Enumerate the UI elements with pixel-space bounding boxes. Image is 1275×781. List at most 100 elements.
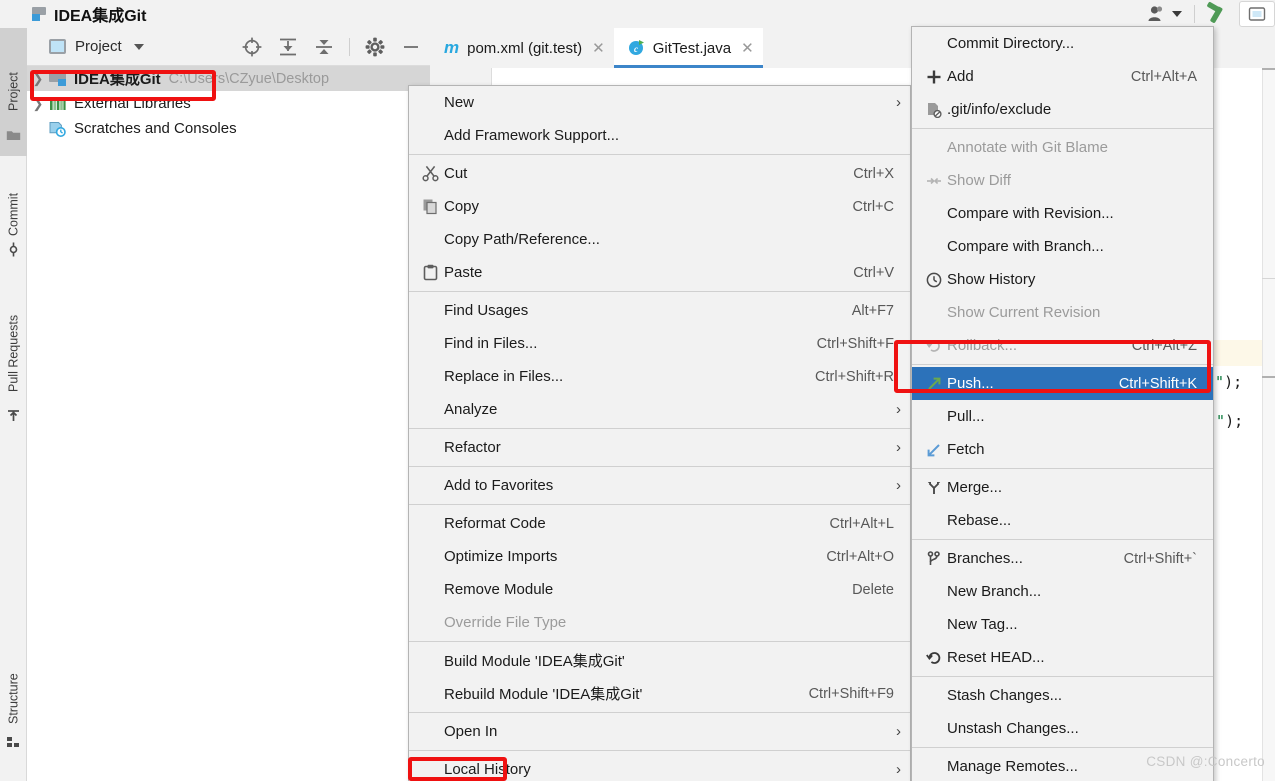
menu-item-label: Local History [444,761,531,778]
menu-item-unstash-changes[interactable]: Unstash Changes... [912,712,1213,745]
menu-item-pull[interactable]: Pull... [912,400,1213,433]
menu-item-fetch[interactable]: Fetch [912,433,1213,466]
menu-item-add-framework-support[interactable]: Add Framework Support... [409,119,910,152]
menu-item-remove-module[interactable]: Remove Module Delete [409,573,910,606]
menu-item-reformat-code[interactable]: Reformat Code Ctrl+Alt+L [409,507,910,540]
restore-window-button[interactable] [1239,1,1275,27]
menu-item-shortcut: Ctrl+Shift+` [1123,550,1197,567]
menu-item-paste[interactable]: Paste Ctrl+V [409,256,910,289]
menu-item-label: Annotate with Git Blame [947,139,1108,156]
minimize-icon[interactable] [400,36,422,58]
expand-all-icon[interactable] [277,36,299,58]
menu-item-label: Find Usages [444,302,529,319]
menu-separator [409,504,910,505]
menu-item-label: Unstash Changes... [947,720,1079,737]
menu-item-replace-in-files[interactable]: Replace in Files... Ctrl+Shift+R [409,360,910,393]
tree-node-scratches[interactable]: Scratches and Consoles [27,116,430,141]
user-account-button[interactable] [1147,5,1182,23]
chevron-down-icon [1172,11,1182,17]
editor-scroll-markers[interactable] [1262,68,1275,781]
menu-item-compare-with-branch[interactable]: Compare with Branch... [912,230,1213,263]
gear-icon[interactable] [364,36,386,58]
menu-item-label: Pull... [947,408,985,425]
toolbar-divider [349,37,350,56]
menu-item-rebase[interactable]: Rebase... [912,504,1213,537]
menu-item-refactor[interactable]: Refactor › [409,431,910,464]
menu-separator [912,539,1213,540]
restore-window-icon [1248,7,1266,21]
tab-pom-xml[interactable]: m pom.xml (git.test) ✕ [430,28,614,68]
menu-item-label: Reformat Code [444,515,546,532]
menu-item-label: New Branch... [947,583,1042,600]
menu-item-copy[interactable]: Copy Ctrl+C [409,190,910,223]
menu-item-new-branch[interactable]: New Branch... [912,575,1213,608]
menu-item-label: Build Module 'IDEA集成Git' [444,653,625,670]
menu-item-new[interactable]: New › [409,86,910,119]
git-submenu: Commit Directory... Add Ctrl+Alt+A .git/… [911,26,1214,781]
locate-target-icon[interactable] [241,36,263,58]
menu-item-rollback: Rollback... Ctrl+Alt+Z [912,329,1213,362]
collapse-all-icon[interactable] [313,36,335,58]
chevron-right-icon[interactable]: ❯ [27,96,49,112]
menu-item-build-module[interactable]: Build Module 'IDEA集成Git' [409,644,910,677]
chevron-down-icon[interactable] [133,43,144,50]
sidebar-item-label: Commit [6,192,21,236]
menu-item-open-in[interactable]: Open In › [409,715,910,748]
project-tree: ❯ IDEA集成Git C:\Users\CZyue\Desktop ❯ Ext… [27,66,430,141]
sidebar-item-pull-requests[interactable]: Pull Requests [0,278,27,428]
menu-item-rebuild-module[interactable]: Rebuild Module 'IDEA集成Git' Ctrl+Shift+F9 [409,677,910,710]
menu-item-label: Cut [444,165,468,182]
close-icon[interactable]: ✕ [741,39,754,57]
clock-icon [920,272,947,288]
paste-icon [417,264,444,281]
tree-node-project-root[interactable]: ❯ IDEA集成Git C:\Users\CZyue\Desktop [27,66,430,91]
ide-window: IDEA集成Git Project Commit Pull Requests S… [0,0,1275,781]
menu-item-optimize-imports[interactable]: Optimize Imports Ctrl+Alt+O [409,540,910,573]
menu-item-label: Analyze [444,401,498,418]
menu-item-find-in-files[interactable]: Find in Files... Ctrl+Shift+F [409,327,910,360]
menu-separator [912,468,1213,469]
menu-item-compare-with-revision[interactable]: Compare with Revision... [912,197,1213,230]
tree-node-label: Scratches and Consoles [74,120,237,137]
java-class-icon: c [628,39,645,57]
menu-item-branches[interactable]: Branches... Ctrl+Shift+` [912,542,1213,575]
menu-item-label: Rollback... [947,337,1018,354]
commit-icon [9,242,18,257]
tree-node-external-libraries[interactable]: ❯ External Libraries [27,91,430,116]
menu-item-find-usages[interactable]: Find Usages Alt+F7 [409,294,910,327]
menu-item-override-file-type: Override File Type [409,606,910,639]
menu-separator [912,676,1213,677]
menu-item-reset-head[interactable]: Reset HEAD... [912,641,1213,674]
menu-item-label: Fetch [947,441,985,458]
sidebar-item-label: Pull Requests [6,314,21,392]
menu-item-cut[interactable]: Cut Ctrl+X [409,157,910,190]
chevron-right-icon: › [896,723,901,740]
diff-icon [920,173,947,189]
menu-item-analyze[interactable]: Analyze › [409,393,910,426]
menu-item-show-history[interactable]: Show History [912,263,1213,296]
menu-item-label: Commit Directory... [947,35,1075,52]
menu-item-merge[interactable]: Merge... [912,471,1213,504]
menu-item-label: Show History [947,271,1036,288]
chevron-right-icon[interactable]: ❯ [27,71,49,87]
menu-item-label: Refactor [444,439,501,456]
project-toolbar-actions [241,36,422,58]
sidebar-item-label: Project [6,72,21,112]
menu-item-add[interactable]: Add Ctrl+Alt+A [912,60,1213,93]
close-icon[interactable]: ✕ [592,39,605,57]
menu-item-new-tag[interactable]: New Tag... [912,608,1213,641]
menu-item-commit-directory[interactable]: Commit Directory... [912,27,1213,60]
menu-item-shortcut: Ctrl+Alt+Z [1131,337,1197,354]
folder-icon [6,131,21,140]
chevron-right-icon: › [896,477,901,494]
menu-item-add-to-favorites[interactable]: Add to Favorites › [409,469,910,502]
menu-item-push[interactable]: Push... Ctrl+Shift+K [912,367,1213,400]
menu-item-local-history[interactable]: Local History › [409,753,910,781]
menu-item-shortcut: Ctrl+Shift+F9 [808,685,894,702]
menu-item-shortcut: Ctrl+Alt+L [829,515,894,532]
menu-item-stash-changes[interactable]: Stash Changes... [912,679,1213,712]
menu-item-git-info-exclude[interactable]: .git/info/exclude [912,93,1213,126]
tab-gittest-java[interactable]: c GitTest.java ✕ [613,28,763,68]
menu-item-copy-path-reference[interactable]: Copy Path/Reference... [409,223,910,256]
copy-icon [417,198,444,215]
